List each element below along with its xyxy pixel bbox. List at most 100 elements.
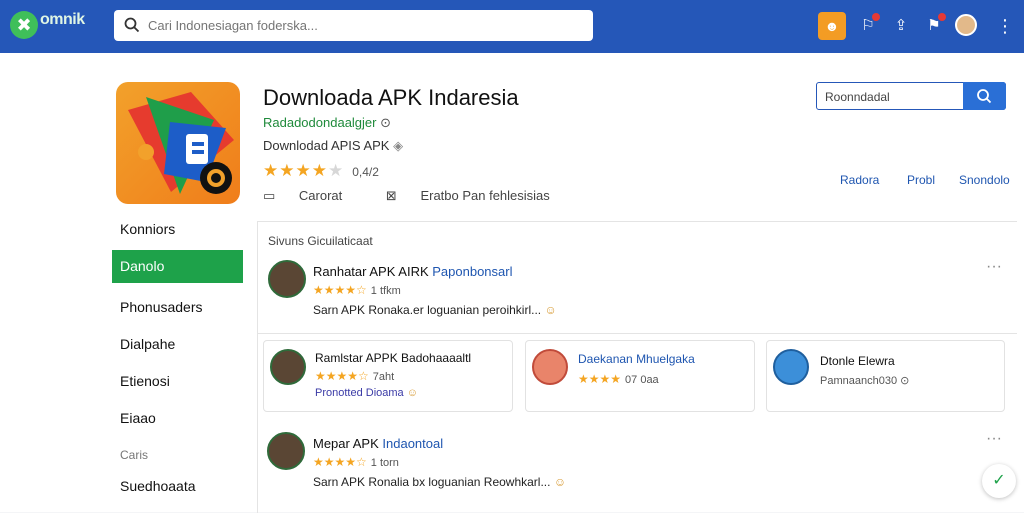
reviewer-name-text: Mepar APK	[313, 436, 379, 451]
card-name-text: Daekanan	[578, 352, 633, 366]
reviewer-avatar	[532, 349, 568, 385]
link-snondolo[interactable]: Snondolo	[959, 173, 1010, 187]
reviewer-avatar	[270, 349, 306, 385]
emoji-icon: ☺	[406, 387, 418, 399]
card-text-body: Pronotted Dioama	[315, 387, 404, 399]
search-icon	[124, 17, 140, 33]
developer-line[interactable]: Radadodondaalgjer ⊙	[263, 115, 391, 131]
card-stars: ★★★★ 07 0aa	[578, 372, 659, 386]
card-count: 7aht	[372, 371, 395, 383]
reviewer-name[interactable]: Ranhatar APK AIRK Paponbonsarl	[313, 264, 512, 279]
reviews-section-title: Sivuns Gicuilaticaat	[268, 234, 373, 248]
card-text: Pronotted Dioama ☺	[315, 387, 418, 399]
secondary-search-input[interactable]	[825, 87, 963, 106]
app-subtitle-text: Downlodad APIS APK	[263, 138, 390, 153]
review-body: Sarn APK Ronaka.er loguanian peroihkirl.…	[313, 303, 542, 317]
top-bar: ✖ omnik ☻ ⚐ ⇪ ⚑ ⋮	[0, 0, 1024, 53]
meta-comment-label: Carorat	[298, 188, 343, 203]
review-item: Mepar APK Indaontoal ★★★★☆ 1 torn Sarn AP…	[257, 423, 1017, 509]
emoji-icon: ☺	[553, 475, 567, 489]
sidebar-item-6[interactable]: Eiaao	[112, 402, 243, 435]
chevron-down-icon: ✓	[992, 472, 1006, 489]
scroll-down-button[interactable]: ✓	[982, 464, 1016, 498]
review-item: Ranhatar APK AIRK Paponbonsarl ★★★★☆ 1 tf…	[257, 248, 1017, 334]
sidebar-item-2-active[interactable]: Danolo	[112, 250, 243, 283]
review-more-icon[interactable]: ···	[986, 258, 1002, 276]
meta-edit[interactable]: ⊠ Eratbo Pan fehlesisias	[386, 188, 570, 203]
rating-value: 0,4/2	[352, 165, 379, 179]
app-subtitle: Downlodad APIS APK ◈	[263, 138, 403, 154]
card-name-tag: Mhuelgaka	[636, 352, 695, 366]
app-title: Downloada APK Indaresia	[263, 85, 519, 110]
comment-icon: ▭	[263, 188, 276, 203]
user-avatar[interactable]	[955, 14, 977, 36]
logo-text: omnik	[40, 11, 85, 28]
review-stars: ★★★★☆ 1 torn	[313, 455, 399, 469]
app-logo-graphic-icon	[128, 92, 234, 194]
sidebar-item-5[interactable]: Etienosi	[112, 365, 243, 398]
review-card-2[interactable]: Daekanan Mhuelgaka ★★★★ 07 0aa	[525, 340, 755, 412]
reviewer-avatar	[773, 349, 809, 385]
reviewer-name-text: Ranhatar APK AIRK	[313, 264, 429, 279]
card-text-body: Pamnaanch030	[820, 375, 898, 387]
sidebar-item-4[interactable]: Dialpahe	[112, 328, 243, 361]
edit-icon: ⊠	[385, 188, 397, 203]
sidebar-section-label: Caris	[120, 448, 149, 462]
developer-name[interactable]: Radadodondaalgjer	[263, 115, 376, 130]
app-rating: ★★★★★ 0,4/2	[263, 161, 379, 181]
alert-badge	[938, 13, 946, 21]
review-body: Sarn APK Ronalia bx loguanian Reowhkarl.…	[313, 475, 551, 489]
chat-icon[interactable]: ☻	[818, 12, 846, 40]
top-search-bar[interactable]	[114, 10, 593, 41]
stars-icon: ★★★★☆	[313, 455, 367, 469]
alert-icon[interactable]: ⚑	[922, 12, 946, 40]
logo-mark-icon: ✖	[10, 11, 38, 39]
review-stars: ★★★★☆ 1 tfkm	[313, 283, 401, 297]
more-icon[interactable]: ⋮	[996, 12, 1014, 40]
card-name: Ramlstar APPK Badohaaaaltl	[315, 351, 472, 365]
app-meta: ▭ Carorat ⊠ Eratbo Pan fehlesisias	[263, 188, 590, 204]
card-name: Daekanan Mhuelgaka	[578, 352, 695, 366]
card-name: Dtonle Elewra	[820, 354, 895, 368]
link-radora[interactable]: Radora	[840, 173, 879, 187]
review-card-1[interactable]: Ramlstar APPK Badohaaaaltl ★★★★☆ 7aht Pro…	[263, 340, 513, 412]
share-icon[interactable]: ⇪	[889, 12, 913, 40]
link-probl[interactable]: Probl	[907, 173, 935, 187]
emoji-icon: ☺	[544, 303, 557, 317]
rating-stars-icon: ★★★★★	[263, 161, 345, 180]
top-search-input[interactable]	[148, 14, 578, 37]
reviewer-tag[interactable]: Indaontoal	[382, 436, 443, 451]
sidebar-item-8[interactable]: Suedhoaata	[112, 470, 243, 503]
card-text: Pamnaanch030 ⊙	[820, 374, 909, 387]
card-count: 07 0aa	[625, 374, 659, 386]
site-logo[interactable]: ✖ omnik	[10, 9, 94, 43]
secondary-search-button[interactable]	[963, 82, 1006, 110]
meta-comment[interactable]: ▭ Carorat	[263, 188, 362, 203]
review-text: Sarn APK Ronalia bx loguanian Reowhkarl.…	[313, 475, 566, 489]
info-icon: ⊙	[900, 375, 910, 387]
sidebar-item-1[interactable]: Konniors	[112, 213, 243, 246]
reviewer-name[interactable]: Mepar APK Indaontoal	[313, 436, 443, 451]
review-date: 1 tfkm	[370, 285, 401, 297]
reviewer-tag[interactable]: Paponbonsarl	[432, 264, 512, 279]
notification-badge	[872, 13, 880, 21]
badge-icon: ◈	[393, 138, 404, 153]
app-icon	[116, 82, 240, 204]
verified-icon: ⊙	[380, 115, 392, 130]
notification-icon[interactable]: ⚐	[856, 12, 880, 40]
review-text: Sarn APK Ronaka.er loguanian peroihkirl.…	[313, 303, 557, 317]
reviewer-avatar[interactable]	[268, 260, 306, 298]
secondary-search-bar[interactable]	[816, 82, 1006, 110]
review-card-3[interactable]: Dtonle Elewra Pamnaanch030 ⊙	[766, 340, 1005, 412]
reviewer-avatar[interactable]	[267, 432, 305, 470]
sidebar-item-3[interactable]: Phonusaders	[112, 291, 243, 324]
stars-icon: ★★★★☆	[315, 369, 369, 383]
stars-icon: ★★★★☆	[313, 283, 367, 297]
search-icon	[977, 89, 992, 104]
main-area: Downloada APK Indaresia Radadodondaalgje…	[0, 53, 1024, 513]
card-stars: ★★★★☆ 7aht	[315, 369, 394, 383]
meta-edit-label: Eratbo Pan fehlesisias	[420, 188, 550, 203]
stars-icon: ★★★★	[578, 372, 622, 386]
review-more-icon[interactable]: ···	[986, 430, 1002, 448]
review-date: 1 torn	[370, 457, 399, 469]
